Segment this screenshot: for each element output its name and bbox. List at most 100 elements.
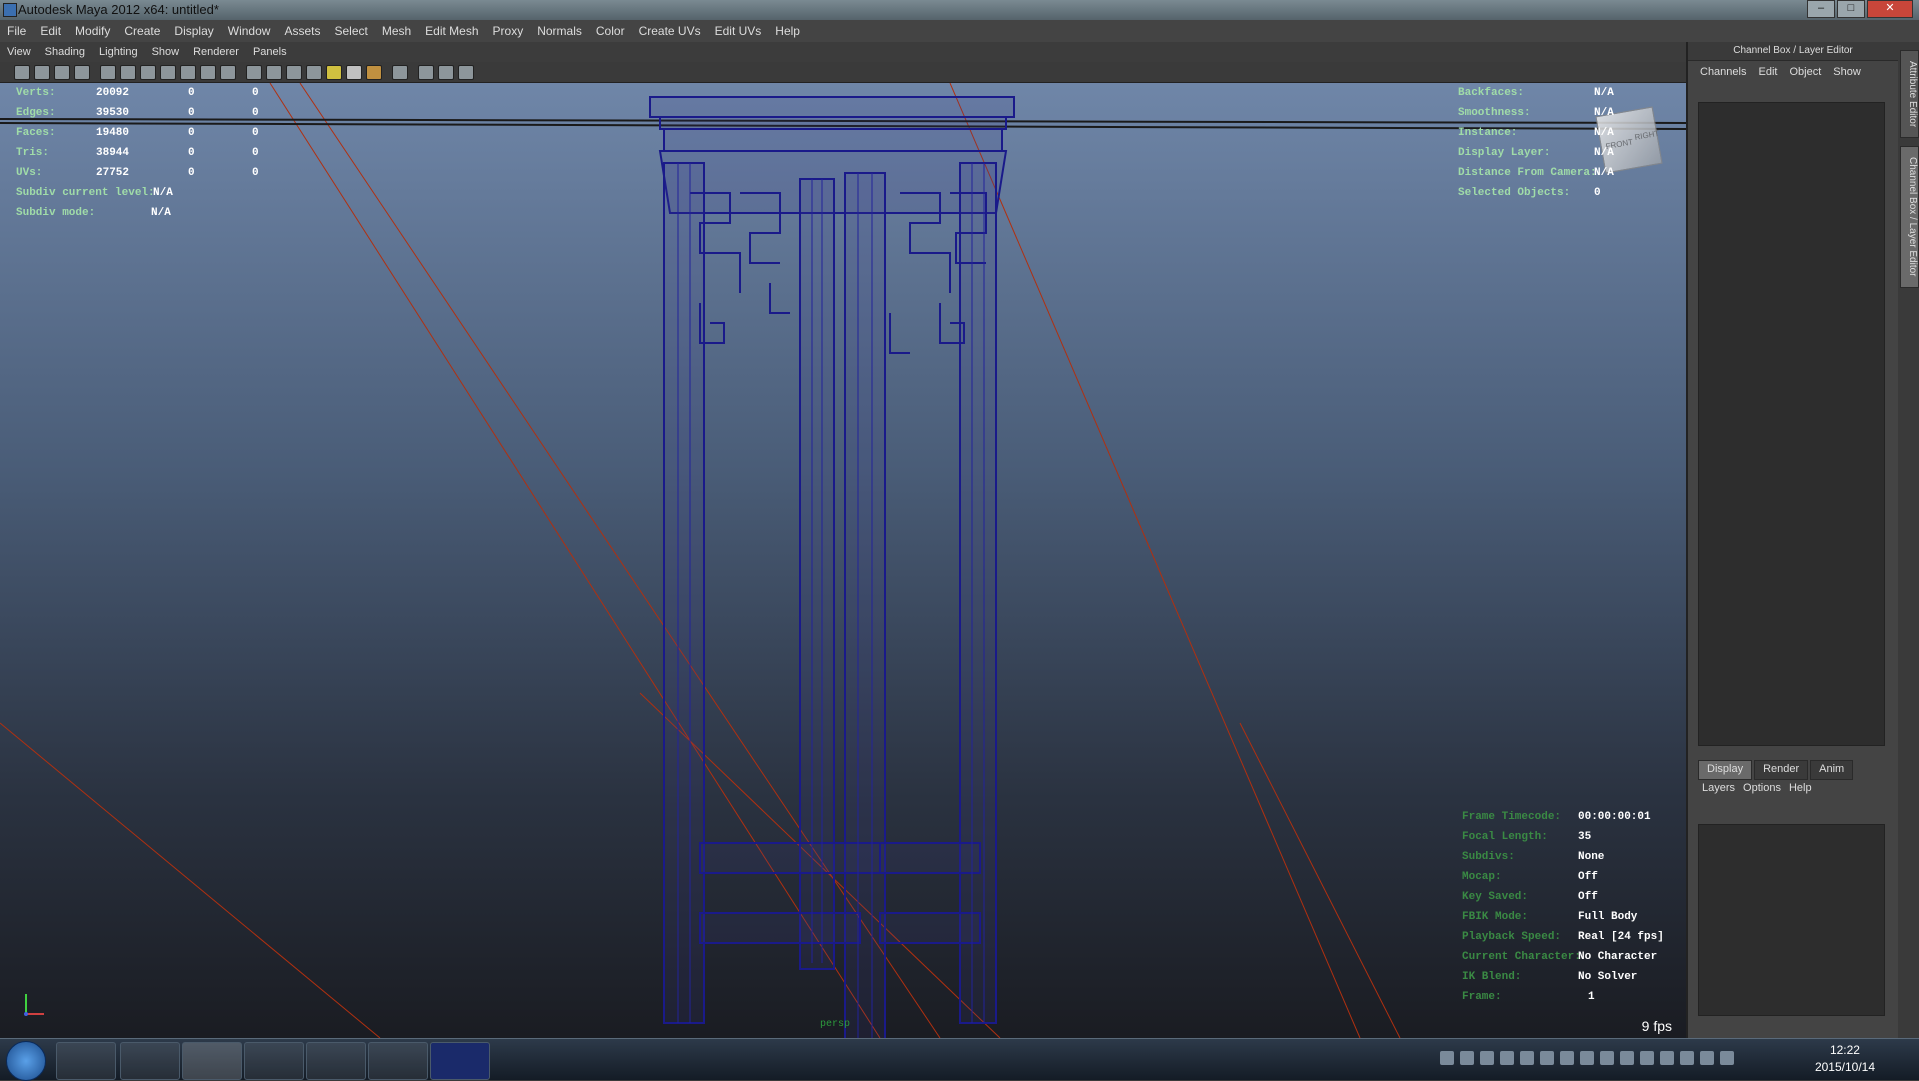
camera-attributes-icon[interactable] [34, 65, 50, 80]
tray-qq-icon[interactable] [1560, 1051, 1574, 1065]
tray-cloud-icon[interactable] [1620, 1051, 1634, 1065]
hud-verts-sel2: 0 [252, 87, 259, 99]
hud-tris-label: Tris: [16, 147, 50, 159]
layer-menu-layers[interactable]: Layers [1702, 782, 1743, 794]
tray-security-icon[interactable] [1500, 1051, 1514, 1065]
layer-menu-help[interactable]: Help [1789, 782, 1820, 794]
taskbar-maya-icon[interactable] [182, 1042, 242, 1080]
cb-menu-show[interactable]: Show [1827, 66, 1867, 78]
gate-mask-icon[interactable] [160, 65, 176, 80]
menu-normals[interactable]: Normals [530, 24, 589, 38]
safe-title-icon[interactable] [220, 65, 236, 80]
hud-instance-label: Instance: [1458, 127, 1518, 139]
taskbar-photoshop-icon[interactable] [430, 1042, 490, 1080]
tab-anim[interactable]: Anim [1810, 760, 1854, 780]
hud-backfaces-label: Backfaces: [1458, 87, 1525, 99]
grid-icon[interactable] [100, 65, 116, 80]
menu-color[interactable]: Color [589, 24, 632, 38]
channel-box-tab[interactable]: Channel Box / Layer Editor [1900, 146, 1919, 288]
taskbar-clock[interactable]: 12:22 2015/10/14 [1815, 1042, 1875, 1076]
tray-app-red-icon[interactable] [1540, 1051, 1554, 1065]
textured-icon[interactable] [306, 65, 322, 80]
tray-network-tool-icon[interactable] [1480, 1051, 1494, 1065]
hud-mocap-label: Mocap: [1462, 871, 1502, 883]
wireframe-icon[interactable] [246, 65, 262, 80]
film-gate-icon[interactable] [120, 65, 136, 80]
safe-action-icon[interactable] [200, 65, 216, 80]
menu-proxy[interactable]: Proxy [486, 24, 531, 38]
bookmark-icon[interactable] [54, 65, 70, 80]
tray-volume-icon[interactable] [1720, 1051, 1734, 1065]
tray-chrome-icon[interactable] [1640, 1051, 1654, 1065]
menu-window[interactable]: Window [221, 24, 278, 38]
taskbar-folder-icon[interactable] [120, 1042, 180, 1080]
resolution-gate-icon[interactable] [140, 65, 156, 80]
menu-help[interactable]: Help [768, 24, 807, 38]
menu-create[interactable]: Create [117, 24, 167, 38]
tray-sync-icon[interactable] [1660, 1051, 1674, 1065]
tray-flag-icon[interactable] [1680, 1051, 1694, 1065]
cb-menu-edit[interactable]: Edit [1752, 66, 1783, 78]
xray-joints-icon[interactable] [438, 65, 454, 80]
wireframe-on-shaded-icon[interactable] [286, 65, 302, 80]
cb-menu-channels[interactable]: Channels [1694, 66, 1752, 78]
menu-mesh[interactable]: Mesh [375, 24, 418, 38]
vp-menu-renderer[interactable]: Renderer [186, 46, 246, 58]
menu-select[interactable]: Select [327, 24, 374, 38]
layer-menu-options[interactable]: Options [1743, 782, 1789, 794]
xray-icon[interactable] [418, 65, 434, 80]
tab-render[interactable]: Render [1754, 760, 1809, 780]
taskbar-app-media-icon[interactable] [56, 1042, 116, 1080]
vp-menu-view[interactable]: View [0, 46, 38, 58]
attribute-editor-tab[interactable]: Attribute Editor [1900, 50, 1919, 138]
menu-modify[interactable]: Modify [68, 24, 117, 38]
menu-edit-uvs[interactable]: Edit UVs [708, 24, 769, 38]
share-icon[interactable] [458, 65, 474, 80]
title-bar: Autodesk Maya 2012 x64: untitled* – □ ✕ [0, 0, 1919, 20]
viewport-canvas[interactable]: FRONT RIGHT Verts: 20092 0 0 Edges: 39530 0 0 … [0, 83, 1686, 1038]
tab-display[interactable]: Display [1698, 760, 1753, 780]
tray-network-icon[interactable] [1700, 1051, 1714, 1065]
menu-create-uvs[interactable]: Create UVs [632, 24, 708, 38]
cb-menu-object[interactable]: Object [1783, 66, 1827, 78]
start-button[interactable] [6, 1041, 46, 1081]
default-light-icon[interactable] [326, 65, 342, 80]
vp-menu-show[interactable]: Show [145, 46, 187, 58]
hud-subdiv-mode-value: N/A [151, 207, 171, 219]
tray-wechat-icon[interactable] [1600, 1051, 1614, 1065]
taskbar-notepad-icon[interactable] [306, 1042, 366, 1080]
field-chart-icon[interactable] [180, 65, 196, 80]
maximize-button[interactable]: □ [1837, 0, 1865, 18]
vp-menu-lighting[interactable]: Lighting [92, 46, 145, 58]
vp-menu-shading[interactable]: Shading [38, 46, 92, 58]
channel-list[interactable] [1698, 102, 1885, 746]
minimize-button[interactable]: – [1807, 0, 1835, 18]
menu-assets[interactable]: Assets [277, 24, 327, 38]
tray-android-icon[interactable] [1460, 1051, 1474, 1065]
hud-current-character-label: Current Character: [1462, 951, 1581, 963]
axis-gizmo-icon [24, 994, 44, 1016]
close-button[interactable]: ✕ [1867, 0, 1913, 18]
viewport-menu-bar: View Shading Lighting Show Renderer Pane… [0, 42, 1686, 62]
shadows-icon[interactable] [346, 65, 362, 80]
vp-menu-panels[interactable]: Panels [246, 46, 294, 58]
menu-file[interactable]: File [0, 24, 33, 38]
layer-list[interactable] [1698, 824, 1885, 1016]
tray-keyboard-icon[interactable] [1440, 1051, 1454, 1065]
image-plane-icon[interactable] [74, 65, 90, 80]
tray-shield-icon[interactable] [1580, 1051, 1594, 1065]
menu-display[interactable]: Display [167, 24, 220, 38]
maya-app-icon [3, 3, 17, 17]
hud-verts-label: Verts: [16, 87, 56, 99]
isolate-select-icon[interactable] [392, 65, 408, 80]
tray-display-icon[interactable] [1520, 1051, 1534, 1065]
hud-tris-sel: 0 [188, 147, 195, 159]
smooth-shade-icon[interactable] [266, 65, 282, 80]
high-quality-icon[interactable] [366, 65, 382, 80]
camera-select-icon[interactable] [14, 65, 30, 80]
taskbar-refresh-app-icon[interactable] [244, 1042, 304, 1080]
menu-edit[interactable]: Edit [33, 24, 68, 38]
taskbar-zbrush-icon[interactable] [368, 1042, 428, 1080]
menu-edit-mesh[interactable]: Edit Mesh [418, 24, 485, 38]
hud-uvs-label: UVs: [16, 167, 43, 179]
